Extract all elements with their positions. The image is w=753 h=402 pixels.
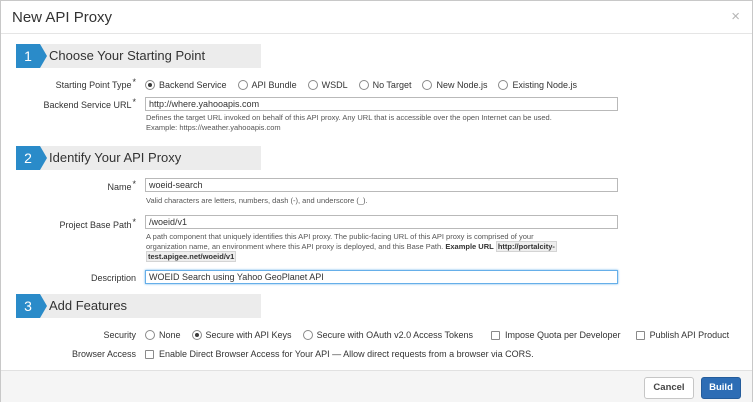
impose-quota-checkbox[interactable]: Impose Quota per Developer <box>490 330 621 340</box>
backend-service-url-input[interactable] <box>145 97 618 111</box>
radio-no-target[interactable]: No Target <box>358 80 411 90</box>
section-number: 1 <box>16 44 47 68</box>
radio-icon[interactable] <box>302 330 313 340</box>
section-add-features: 3 Add Features <box>16 294 261 318</box>
name-input[interactable] <box>145 178 618 192</box>
checkbox-icon[interactable] <box>490 330 500 340</box>
checkbox-icon[interactable] <box>635 330 645 340</box>
dialog-header: New API Proxy × <box>1 1 752 34</box>
radio-icon[interactable] <box>191 330 202 340</box>
build-button[interactable]: Build <box>701 377 741 399</box>
radio-existing-nodejs[interactable]: Existing Node.js <box>498 80 577 90</box>
section-starting-point: 1 Choose Your Starting Point <box>16 44 261 68</box>
name-help: Valid characters are letters, numbers, d… <box>146 196 368 205</box>
security-label: Security <box>103 330 136 340</box>
backend-url-help: Defines the target URL invoked on behalf… <box>146 113 552 132</box>
radio-wsdl[interactable]: WSDL <box>307 80 348 90</box>
section-title: Choose Your Starting Point <box>49 48 206 63</box>
browser-access-group: Enable Direct Browser Access for Your AP… <box>145 349 549 359</box>
new-api-proxy-dialog: New API Proxy × 1 Choose Your Starting P… <box>0 0 753 402</box>
base-path-input[interactable] <box>145 215 618 229</box>
starting-point-radio-group: Backend Service API Bundle WSDL No Targe… <box>145 80 588 90</box>
radio-api-bundle[interactable]: API Bundle <box>237 80 297 90</box>
name-label: Name* <box>107 179 136 192</box>
browser-access-label: Browser Access <box>71 349 136 359</box>
radio-icon[interactable] <box>145 330 155 340</box>
radio-security-api-keys[interactable]: Secure with API Keys <box>191 330 292 340</box>
radio-icon[interactable] <box>498 80 509 90</box>
radio-backend-service[interactable]: Backend Service <box>145 80 227 90</box>
example-url: http://portalcity- <box>495 241 557 252</box>
radio-icon[interactable] <box>307 80 318 90</box>
section-number: 2 <box>16 146 47 170</box>
section-identify-proxy: 2 Identify Your API Proxy <box>16 146 261 170</box>
cancel-button[interactable]: Cancel <box>644 377 694 399</box>
radio-icon[interactable] <box>237 80 248 90</box>
dialog-footer: Cancel Build <box>1 370 752 402</box>
project-base-path-label: Project Base Path* <box>59 217 136 230</box>
dialog-title: New API Proxy <box>12 9 113 26</box>
radio-new-nodejs[interactable]: New Node.js <box>422 80 487 90</box>
radio-security-none[interactable]: None <box>145 330 181 340</box>
backend-service-url-label: Backend Service URL* <box>43 97 136 110</box>
radio-icon[interactable] <box>358 80 369 90</box>
description-label: Description <box>90 273 136 283</box>
publish-api-product-checkbox[interactable]: Publish API Product <box>635 330 729 340</box>
description-input[interactable] <box>145 270 618 284</box>
security-radio-group: None Secure with API Keys Secure with OA… <box>145 330 744 340</box>
browser-access-checkbox[interactable]: Enable Direct Browser Access for Your AP… <box>145 349 534 359</box>
close-icon[interactable]: × <box>731 9 740 25</box>
radio-security-oauth[interactable]: Secure with OAuth v2.0 Access Tokens <box>302 330 473 340</box>
checkbox-icon[interactable] <box>145 349 154 359</box>
radio-icon[interactable] <box>422 80 433 90</box>
example-url-continued: test.apigee.net/woeid/v1 <box>146 251 237 262</box>
section-title: Identify Your API Proxy <box>49 150 182 165</box>
section-number: 3 <box>16 294 47 318</box>
radio-icon[interactable] <box>145 80 155 90</box>
starting-point-type-label: Starting Point Type* <box>55 77 136 90</box>
base-path-help: A path component that uniquely identifie… <box>146 232 557 262</box>
section-title: Add Features <box>49 298 128 313</box>
